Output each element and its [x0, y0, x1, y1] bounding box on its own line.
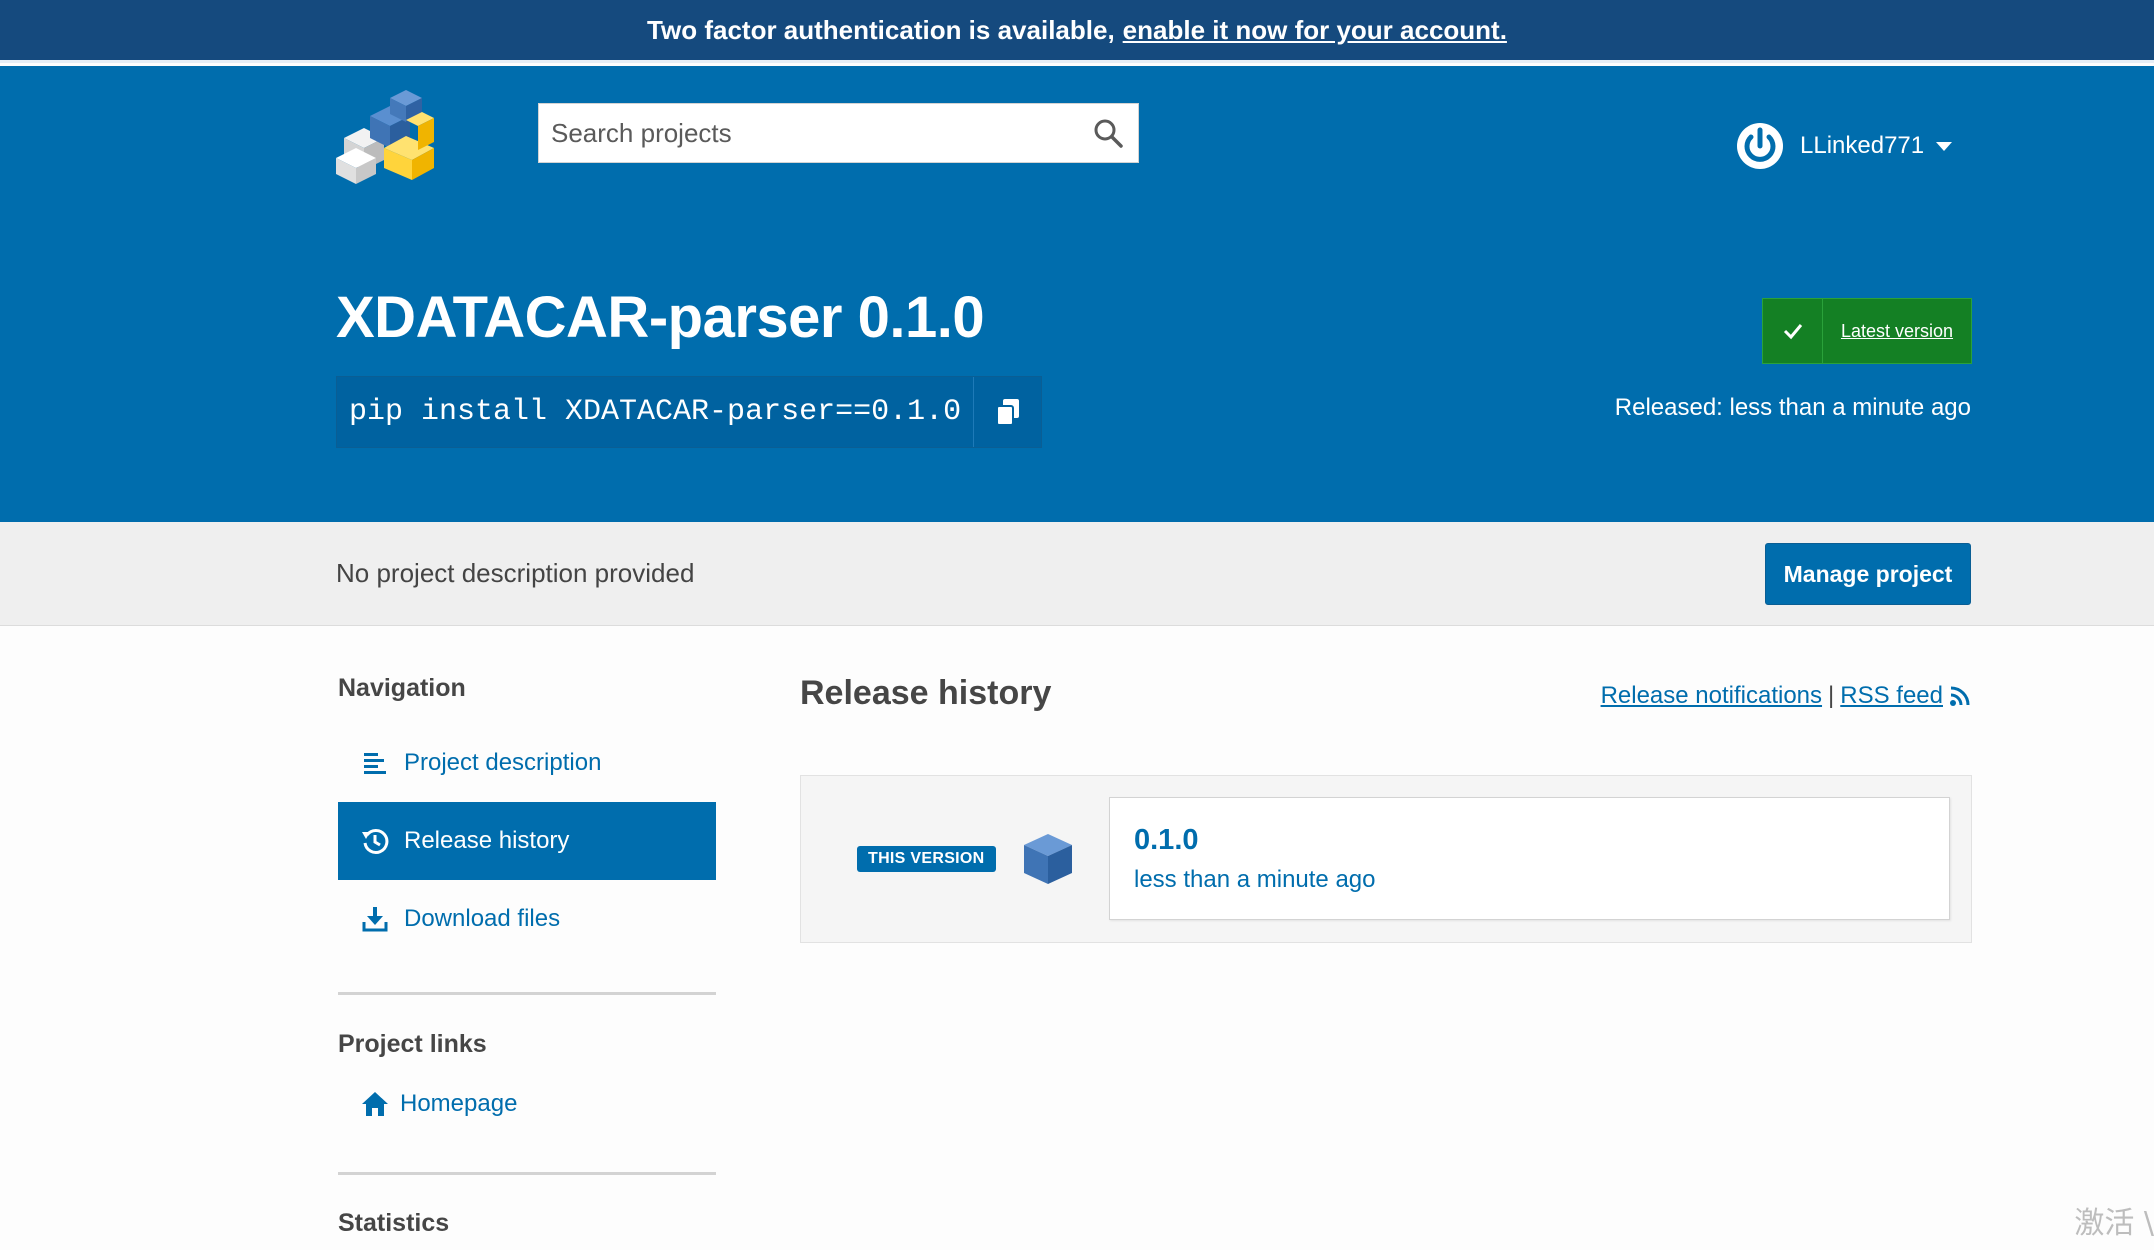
username: LLinked771: [1800, 132, 1925, 159]
project-summary: No project description provided: [336, 558, 695, 588]
check-icon: [1763, 299, 1823, 363]
user-menu[interactable]: LLinked771: [1736, 118, 1953, 174]
nav-label: Project description: [404, 749, 602, 776]
site-header: LLinked771: [0, 66, 2154, 222]
copy-button[interactable]: [973, 377, 1041, 447]
release-card[interactable]: 0.1.0 less than a minute ago: [1109, 797, 1950, 920]
link-homepage[interactable]: Homepage: [338, 1080, 716, 1128]
sidebar-divider: [338, 1172, 716, 1175]
two-factor-banner: Two factor authentication is available, …: [0, 0, 2154, 63]
project-links-heading: Project links: [338, 1030, 487, 1058]
nav-project-description[interactable]: Project description: [338, 724, 716, 802]
project-header: XDATACAR-parser 0.1.0 pip install XDATAC…: [0, 222, 2154, 522]
release-timeline: THIS VERSION 0.1.0 less than a minute ag…: [800, 775, 1972, 943]
this-version-badge: THIS VERSION: [857, 846, 996, 872]
manage-project-button[interactable]: Manage project: [1765, 543, 1971, 605]
release-date: Released: less than a minute ago: [1614, 394, 1971, 421]
power-icon: [1737, 123, 1783, 169]
release-history-title: Release history: [800, 674, 1052, 712]
release-version[interactable]: 0.1.0: [1134, 824, 1199, 857]
download-icon: [360, 905, 390, 933]
latest-version-badge: Latest version: [1762, 298, 1972, 364]
nav-label: Download files: [404, 905, 561, 932]
link-separator: |: [1828, 682, 1835, 709]
search-icon[interactable]: [1078, 103, 1138, 163]
release-notifications-link[interactable]: Release notifications: [1601, 682, 1822, 710]
enable-2fa-link[interactable]: enable it now for your account.: [1123, 15, 1507, 46]
statistics-heading: Statistics: [338, 1209, 450, 1237]
description-bar: No project description provided Manage p…: [0, 522, 2154, 626]
search-input[interactable]: [539, 117, 1078, 149]
navigation-heading: Navigation: [338, 674, 466, 702]
package-icon: [1024, 834, 1072, 884]
nav-download-files[interactable]: Download files: [338, 880, 716, 958]
search-box: [538, 103, 1139, 163]
rss-feed-link[interactable]: RSS feed: [1840, 682, 1943, 710]
rss-icon[interactable]: [1949, 685, 1971, 707]
caret-down-icon: [1936, 142, 1953, 151]
sidebar-divider: [338, 992, 716, 995]
history-icon: [360, 827, 390, 855]
copy-icon: [995, 399, 1019, 426]
project-title: XDATACAR-parser 0.1.0: [336, 285, 985, 350]
release-date: less than a minute ago: [1134, 866, 1376, 893]
nav-release-history[interactable]: Release history: [338, 802, 716, 880]
pypi-logo-icon[interactable]: [334, 86, 438, 186]
latest-version-link[interactable]: Latest version: [1823, 299, 1971, 363]
nav-label: Release history: [404, 827, 570, 854]
banner-text: Two factor authentication is available,: [647, 14, 1115, 45]
activation-watermark: 激活 \: [2074, 1206, 2154, 1241]
align-left-icon: [360, 749, 390, 777]
pip-command[interactable]: pip install XDATACAR-parser==0.1.0: [337, 377, 973, 447]
release-history-links: Release notifications | RSS feed: [1601, 682, 1971, 710]
home-icon: [360, 1090, 390, 1118]
sidebar: Navigation Project description Release h…: [338, 626, 716, 1238]
link-label: Homepage: [400, 1090, 518, 1117]
pip-command-box: pip install XDATACAR-parser==0.1.0: [336, 376, 1043, 448]
